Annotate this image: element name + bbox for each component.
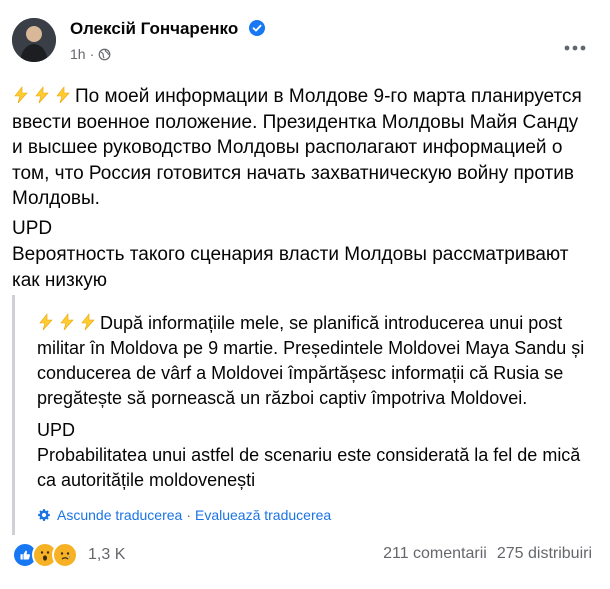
- author-name[interactable]: Олексій Гончаренко: [70, 19, 238, 38]
- translation-paragraph-2: Probabilitatea unui astfel de scenariu e…: [37, 445, 581, 490]
- lightning-emoji-icon: [60, 313, 74, 331]
- author-avatar[interactable]: [12, 18, 56, 62]
- facebook-post: Олексій Гончаренко 1h · По моей информац…: [0, 0, 610, 589]
- lightning-emoji-icon: [56, 86, 70, 104]
- rate-translation-link[interactable]: Evaluează traducerea: [195, 507, 331, 523]
- post-stats: 211 comentarii 275 distribuiri: [383, 545, 592, 563]
- lightning-emoji-icon: [81, 313, 95, 331]
- translation-paragraph-1: După informațiile mele, se planifică int…: [37, 313, 585, 408]
- meta-separator: ·: [89, 46, 95, 62]
- lightning-emoji-icon: [39, 313, 53, 331]
- avatar-image: [12, 18, 56, 62]
- comments-count-link[interactable]: 211 comentarii: [383, 545, 487, 563]
- post-paragraph-1: По моей информации в Молдове 9-го марта …: [12, 86, 582, 209]
- reactions-summary[interactable]: 1,3 K: [12, 542, 125, 568]
- translation-separator: ·: [186, 507, 191, 523]
- more-horiz-icon: [564, 45, 586, 51]
- post-time[interactable]: 1h: [70, 46, 86, 62]
- reaction-count: 1,3 K: [88, 546, 126, 563]
- verified-badge-icon: [248, 20, 265, 36]
- translation-actions: Ascunde traducerea · Evaluează traducere…: [37, 507, 331, 523]
- translation-block: După informațiile mele, se planifică int…: [12, 295, 595, 535]
- sad-reaction-icon: [52, 542, 78, 568]
- translation-paragraph-1-container: După informațiile mele, se planifică int…: [37, 311, 592, 411]
- translation-upd: UPD: [37, 420, 76, 440]
- author-name-row: Олексій Гончаренко: [70, 18, 265, 40]
- post-paragraph-2: Вероятность такого сценария власти Молдо…: [12, 244, 569, 291]
- gear-icon[interactable]: [37, 508, 51, 522]
- lightning-emoji-icon: [35, 86, 49, 104]
- hide-translation-link[interactable]: Ascunde traducerea: [57, 507, 182, 523]
- lightning-emoji-icon: [14, 86, 28, 104]
- post-paragraph-1-container: По моей информации в Молдове 9-го марта …: [12, 84, 592, 212]
- post-meta: 1h ·: [70, 46, 111, 62]
- shares-count-link[interactable]: 275 distribuiri: [497, 545, 592, 563]
- more-options-button[interactable]: [564, 34, 586, 57]
- public-globe-icon[interactable]: [98, 48, 111, 61]
- post-upd: UPD: [12, 218, 53, 239]
